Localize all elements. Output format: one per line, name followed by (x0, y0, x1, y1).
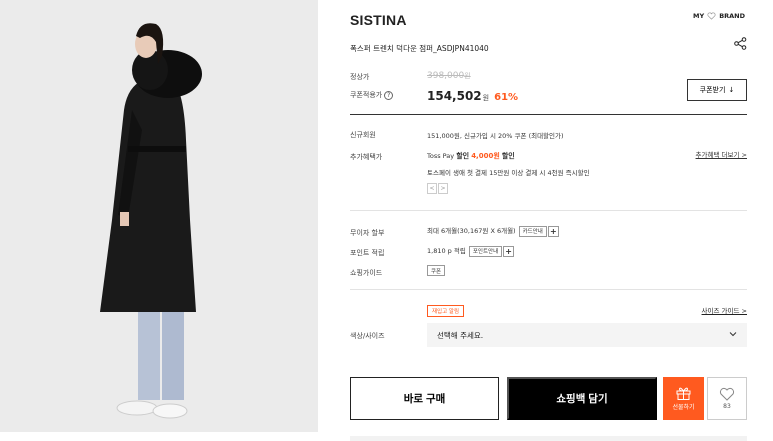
heart-outline-icon (707, 12, 716, 20)
coupon-guide-tag[interactable]: 쿠폰 (427, 265, 446, 276)
add-to-cart-button[interactable]: 쇼핑백 담기 (507, 377, 657, 420)
points-row: 1,810 p 적립 포인트안내 + (427, 245, 515, 257)
download-icon: ↓ (728, 86, 735, 94)
benefit-pager: < > (427, 183, 448, 194)
bottom-strip (350, 436, 747, 441)
regular-price: 398,000원 (427, 71, 471, 81)
guide-row: 쿠폰 (424, 265, 446, 276)
toss-pay-discount: Toss Pay 할인 4,000원 할인 (427, 152, 515, 160)
share-icon[interactable] (734, 37, 747, 50)
coupon-price: 154,502원 61% (427, 89, 519, 103)
like-count: 83 (723, 403, 731, 410)
gift-icon (676, 387, 691, 400)
discount-rate: 61% (494, 92, 519, 103)
brand-label: BRAND (719, 12, 746, 20)
more-benefits-link[interactable]: 추가혜택 더보기 > (696, 149, 747, 159)
points-label: 포인트 적립 (350, 249, 385, 257)
my-brand-button[interactable]: MY BRAND (693, 12, 745, 20)
restock-alert-button[interactable]: 재입고 알림 (427, 305, 465, 317)
gift-label: 선물하기 (672, 404, 695, 411)
gift-button[interactable]: 선물하기 (663, 377, 704, 420)
heart-icon (719, 387, 735, 401)
toss-pay-description: 토스페이 생애 첫 결제 15만원 이상 결제 시 4천원 즉시할인 (427, 169, 590, 177)
next-button[interactable]: > (438, 183, 448, 194)
color-size-label: 색상/사이즈 (350, 332, 385, 340)
regular-price-label: 정상가 (350, 73, 370, 81)
points-text: 1,810 p 적립 (427, 247, 466, 255)
new-member-label: 신규회원 (350, 131, 376, 139)
brand-name[interactable]: SISTINA (350, 12, 407, 28)
new-member-text: 151,000원, 신규가입 시 20% 쿠폰 (최대할인가) (427, 132, 564, 140)
extra-benefit-label: 추가혜택가 (350, 153, 383, 161)
installment-text: 최대 6개월(30,167원 X 6개월) (427, 227, 516, 235)
product-name: 폭스퍼 트렌치 덕다운 점퍼_ASDJPN41040 (350, 44, 489, 53)
plus-icon[interactable]: + (547, 225, 559, 237)
product-photo-illustration (0, 0, 318, 432)
like-button[interactable]: 83 (707, 377, 747, 420)
coupon-button-label: 쿠폰받기 (699, 86, 726, 94)
shopping-guide-label: 쇼핑가이드 (350, 269, 383, 277)
prev-button[interactable]: < (427, 183, 437, 194)
plus-icon[interactable]: + (503, 245, 515, 257)
divider (350, 210, 747, 211)
installment-row: 최대 6개월(30,167원 X 6개월) 카드안내 + (427, 225, 559, 237)
chevron-down-icon (729, 332, 737, 337)
product-image[interactable] (0, 0, 318, 432)
coupon-download-button[interactable]: 쿠폰받기 ↓ (687, 79, 747, 101)
coupon-price-label: 쿠폰적용가? (350, 90, 394, 100)
divider (350, 114, 747, 115)
points-info-button[interactable]: 포인트안내 (468, 245, 503, 257)
card-info-button[interactable]: 카드안내 (518, 225, 547, 237)
installment-label: 무이자 할부 (350, 229, 385, 237)
my-label: MY (693, 12, 705, 20)
help-icon[interactable]: ? (384, 90, 394, 100)
buy-now-button[interactable]: 바로 구매 (350, 377, 499, 420)
option-select[interactable]: 선택해 주세요. (427, 323, 747, 347)
size-guide-link[interactable]: 사이즈 가이드 > (702, 305, 747, 315)
divider (350, 289, 747, 290)
select-placeholder: 선택해 주세요. (437, 330, 484, 340)
